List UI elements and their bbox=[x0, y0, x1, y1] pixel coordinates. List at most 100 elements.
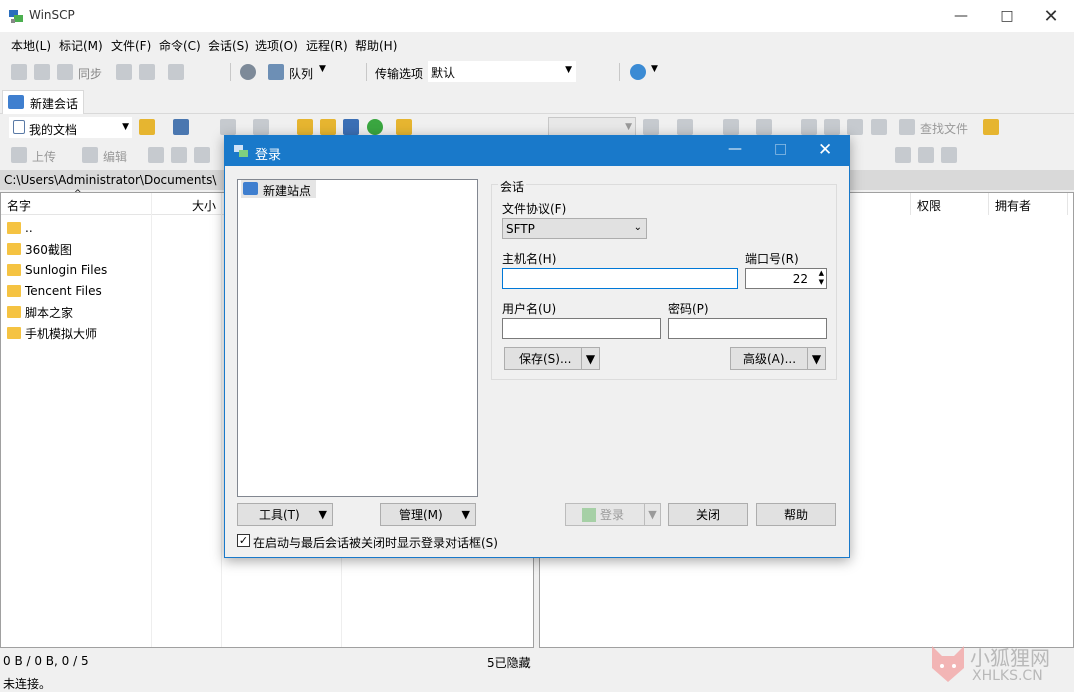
site-list[interactable]: 新建站点 bbox=[237, 179, 478, 497]
upload-icon[interactable] bbox=[11, 147, 27, 163]
globe-icon[interactable] bbox=[630, 64, 646, 80]
hidden-count: 5已隐藏 bbox=[487, 656, 531, 670]
parent-dir-icon[interactable] bbox=[801, 119, 817, 135]
properties-icon[interactable] bbox=[194, 147, 210, 163]
putty-icon[interactable] bbox=[139, 64, 155, 80]
username-input[interactable] bbox=[502, 318, 661, 339]
close-icon[interactable]: ✕ bbox=[1028, 0, 1074, 32]
minimize-icon[interactable]: — bbox=[938, 0, 984, 32]
tab-new-session[interactable]: 新建会话 bbox=[2, 90, 84, 114]
list-item[interactable]: 手机模拟大师 bbox=[7, 323, 97, 343]
edit-icon[interactable] bbox=[82, 147, 98, 163]
session-tab-bar bbox=[0, 90, 1074, 114]
close-icon[interactable]: ✕ bbox=[818, 140, 832, 160]
home-icon[interactable] bbox=[343, 119, 359, 135]
chevron-down-icon[interactable]: ▼ bbox=[651, 64, 658, 74]
chevron-down-icon: ▼ bbox=[565, 65, 572, 75]
compare-icon[interactable] bbox=[11, 64, 27, 80]
console-icon[interactable] bbox=[116, 64, 132, 80]
queue-icon[interactable] bbox=[268, 64, 284, 80]
sync-icon[interactable] bbox=[57, 64, 73, 80]
maximize-icon: □ bbox=[774, 141, 788, 157]
transfer-options-label: 传输选项 bbox=[375, 67, 424, 81]
find-files-icon[interactable] bbox=[899, 119, 915, 135]
queue-dropdown-icon[interactable]: ▼ bbox=[319, 64, 326, 74]
site-item-new-site[interactable]: 新建站点 bbox=[241, 180, 316, 198]
minimize-icon[interactable]: — bbox=[728, 141, 742, 157]
show-login-checkbox-label[interactable]: 在启动与最后会话被关闭时显示登录对话框(S) bbox=[253, 534, 498, 551]
advanced-button[interactable]: 高级(A)... ▼ bbox=[730, 347, 826, 370]
list-item[interactable]: Tencent Files bbox=[7, 281, 102, 301]
host-input[interactable] bbox=[502, 268, 738, 289]
menu-remote[interactable]: 远程(R) bbox=[306, 37, 348, 54]
find-files-button[interactable]: 查找文件 bbox=[920, 120, 968, 137]
menu-options[interactable]: 选项(O) bbox=[255, 37, 298, 54]
session-icon[interactable] bbox=[168, 64, 184, 80]
column-permissions[interactable]: 权限 bbox=[917, 197, 941, 214]
tree-icon[interactable] bbox=[983, 119, 999, 135]
column-owner[interactable]: 拥有者 bbox=[995, 197, 1031, 214]
refresh-icon[interactable] bbox=[367, 119, 383, 135]
remove-icon[interactable] bbox=[918, 147, 934, 163]
local-location-select[interactable]: 我的文档 ▼ bbox=[9, 117, 132, 138]
menu-commands[interactable]: 命令(C) bbox=[159, 37, 201, 54]
parent-dir-icon[interactable] bbox=[297, 119, 313, 135]
document-icon bbox=[13, 120, 25, 134]
forward-icon[interactable] bbox=[253, 119, 269, 135]
open-folder-icon[interactable] bbox=[643, 119, 659, 135]
list-item[interactable]: .. bbox=[7, 218, 33, 238]
forward-icon[interactable] bbox=[756, 119, 772, 135]
list-item[interactable]: 360截图 bbox=[7, 239, 72, 259]
column-name[interactable]: 名字 bbox=[7, 197, 31, 214]
title-bar: WinSCP — □ ✕ bbox=[0, 0, 1074, 32]
tools-button[interactable]: 工具(T) ▼ bbox=[237, 503, 333, 526]
root-dir-icon[interactable] bbox=[824, 119, 840, 135]
sync-browse-icon[interactable] bbox=[34, 64, 50, 80]
tree-icon[interactable] bbox=[396, 119, 412, 135]
list-item[interactable]: Sunlogin Files bbox=[7, 260, 107, 280]
preferences-gear-icon[interactable] bbox=[240, 64, 256, 80]
advanced-dropdown-icon[interactable]: ▼ bbox=[807, 347, 825, 370]
home-icon[interactable] bbox=[847, 119, 863, 135]
password-input[interactable] bbox=[668, 318, 827, 339]
winscp-app-icon bbox=[8, 8, 24, 24]
menu-mark[interactable]: 标记(M) bbox=[59, 37, 103, 54]
help-button[interactable]: 帮助 bbox=[756, 503, 836, 526]
maximize-icon[interactable]: □ bbox=[984, 0, 1030, 32]
chevron-down-icon: ▼ bbox=[625, 122, 632, 132]
menu-files[interactable]: 文件(F) bbox=[111, 37, 151, 54]
refresh-icon[interactable] bbox=[871, 119, 887, 135]
tab-label: 新建会话 bbox=[30, 97, 79, 111]
transfer-settings-select[interactable]: 默认 ▼ bbox=[428, 61, 576, 82]
port-stepper[interactable]: 22 ▲ ▼ bbox=[745, 268, 827, 289]
spin-up-icon[interactable]: ▲ bbox=[819, 269, 824, 278]
edit-button[interactable]: 编辑 bbox=[103, 148, 127, 165]
status-bar: 0 B / 0 B, 0 / 5 5已隐藏 未连接。 bbox=[0, 650, 1074, 692]
menu-session[interactable]: 会话(S) bbox=[208, 37, 249, 54]
column-size[interactable]: 大小 bbox=[192, 197, 216, 214]
menu-help[interactable]: 帮助(H) bbox=[355, 37, 397, 54]
list-item[interactable]: 脚本之家 bbox=[7, 302, 73, 322]
queue-label[interactable]: 队列 bbox=[289, 65, 313, 82]
delete-icon[interactable] bbox=[148, 147, 164, 163]
save-dropdown-icon[interactable]: ▼ bbox=[581, 347, 599, 370]
root-dir-icon[interactable] bbox=[320, 119, 336, 135]
protocol-select[interactable]: SFTP ⌄ bbox=[502, 218, 647, 239]
back-icon[interactable] bbox=[723, 119, 739, 135]
show-login-checkbox[interactable]: ✓ bbox=[237, 534, 250, 547]
add-icon[interactable] bbox=[895, 147, 911, 163]
filter-icon[interactable] bbox=[677, 119, 693, 135]
rename-icon[interactable] bbox=[171, 147, 187, 163]
back-icon[interactable] bbox=[220, 119, 236, 135]
save-button[interactable]: 保存(S)... ▼ bbox=[504, 347, 600, 370]
connection-status: 未连接。 bbox=[3, 677, 52, 691]
check-icon[interactable] bbox=[941, 147, 957, 163]
open-folder-icon[interactable] bbox=[139, 119, 155, 135]
close-button[interactable]: 关闭 bbox=[668, 503, 748, 526]
spin-down-icon[interactable]: ▼ bbox=[819, 278, 824, 287]
manage-button[interactable]: 管理(M) ▼ bbox=[380, 503, 476, 526]
filter-icon[interactable] bbox=[173, 119, 189, 135]
menu-local[interactable]: 本地(L) bbox=[11, 37, 51, 54]
upload-button[interactable]: 上传 bbox=[32, 148, 56, 165]
login-button[interactable]: 登录 ▼ bbox=[565, 503, 661, 526]
